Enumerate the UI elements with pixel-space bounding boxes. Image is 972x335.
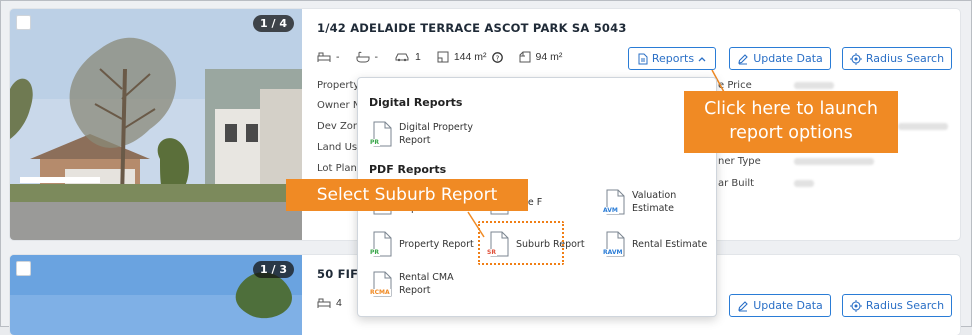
suburb-report-callout: Select Suburb Report [286, 179, 528, 211]
suburb-connector [467, 211, 485, 238]
launch-report-callout: Click here to launch report options [684, 91, 898, 153]
